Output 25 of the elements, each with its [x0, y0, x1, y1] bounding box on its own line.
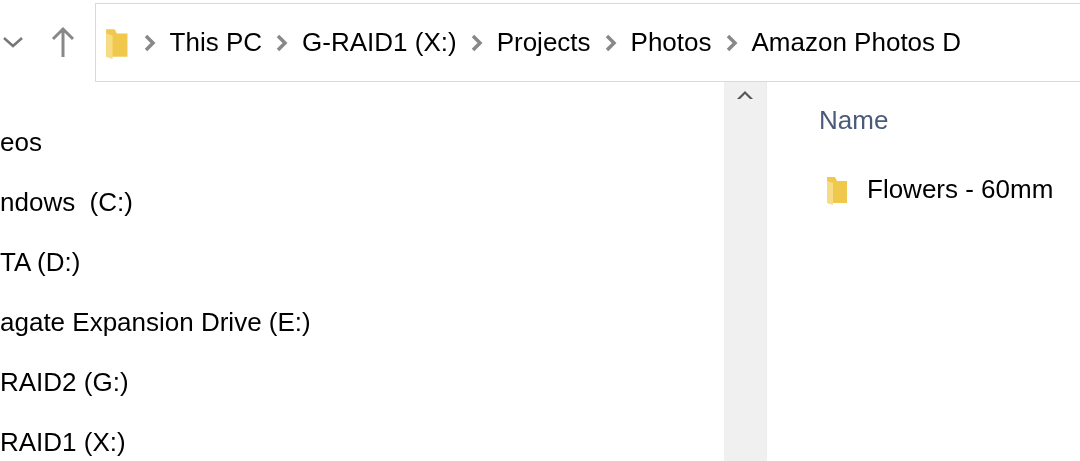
file-name[interactable]: Flowers - 60mm: [867, 174, 1054, 205]
navigation-item[interactable]: agate Expansion Drive (E:): [0, 292, 724, 352]
scroll-up-icon[interactable]: [736, 88, 754, 100]
chevron-right-icon: [276, 33, 289, 52]
chevron-down-icon[interactable]: [2, 35, 24, 49]
folder-icon: [104, 26, 130, 59]
breadcrumb[interactable]: G-RAID1 (X:): [302, 27, 457, 58]
breadcrumb[interactable]: Photos: [630, 27, 712, 58]
navigation-item[interactable]: RAID2 (G:): [0, 352, 724, 412]
navigation-item[interactable]: ndows (C:): [0, 172, 724, 232]
up-arrow-icon[interactable]: [50, 26, 76, 58]
scrollbar[interactable]: [724, 82, 766, 461]
address-bar[interactable]: This PC G-RAID1 (X:) Projects Photos Amazon Photos D: [95, 3, 1080, 82]
breadcrumb[interactable]: Projects: [496, 27, 591, 58]
column-header[interactable]: Name: [819, 100, 1080, 140]
chevron-right-icon: [470, 33, 483, 52]
chevron-right-icon: [604, 33, 617, 52]
folder-icon: [825, 174, 849, 205]
navigation-item[interactable]: TA (D:): [0, 232, 724, 292]
navigation-item[interactable]: RAID1 (X:): [0, 412, 724, 461]
navigation-item[interactable]: eos: [0, 112, 724, 172]
breadcrumb[interactable]: This PC: [169, 27, 263, 58]
chevron-right-icon: [143, 33, 156, 52]
breadcrumb[interactable]: Amazon Photos D: [751, 27, 962, 58]
chevron-right-icon: [725, 33, 738, 52]
